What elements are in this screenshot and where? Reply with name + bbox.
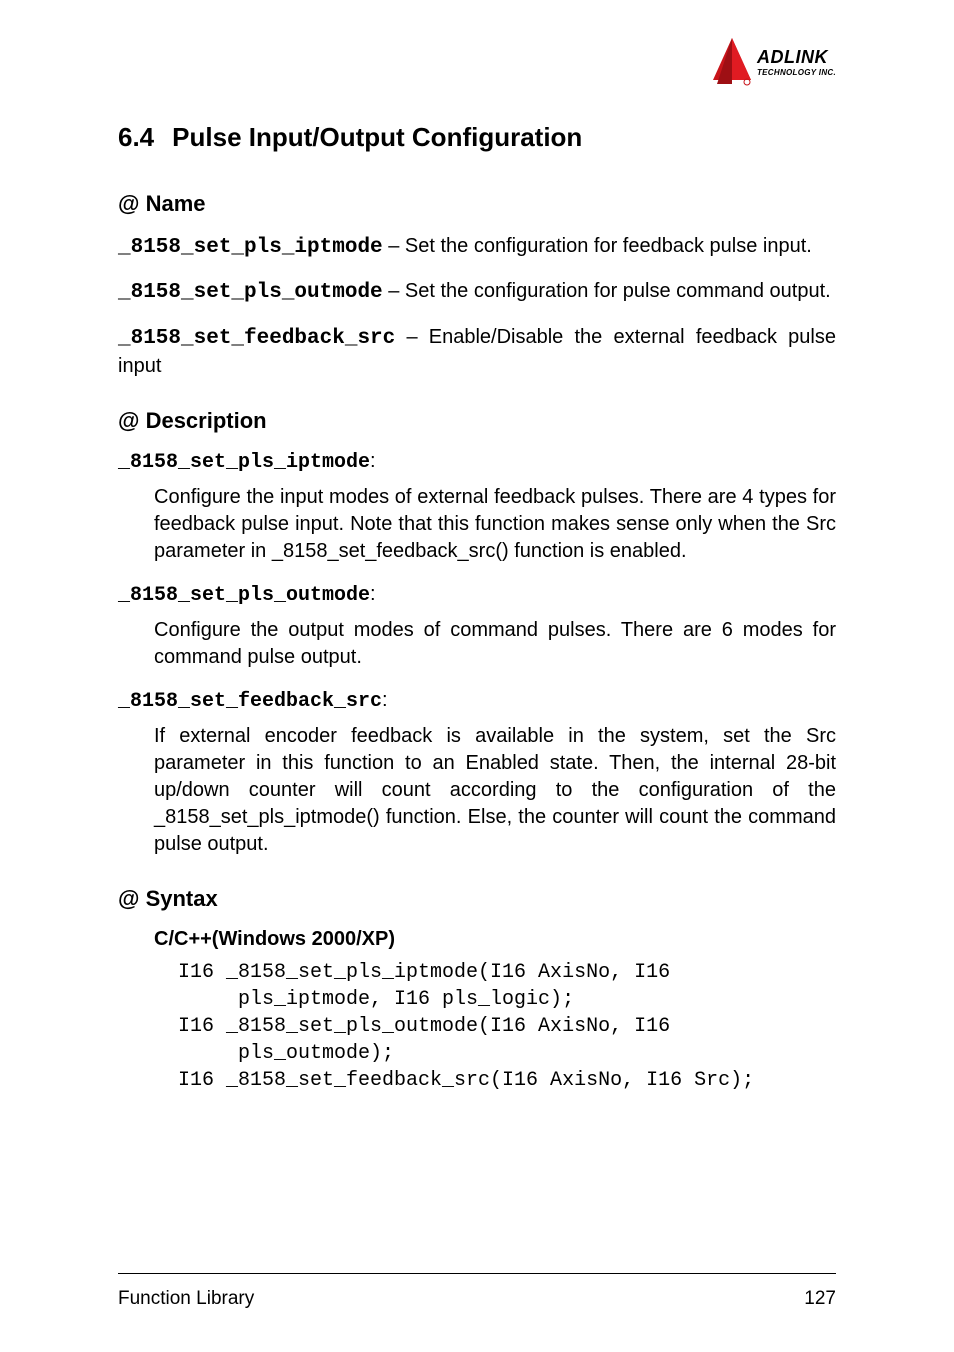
fn-name: _8158_set_feedback_src bbox=[118, 327, 395, 350]
page-number: 127 bbox=[804, 1288, 836, 1310]
description-section: @ Description _8158_set_pls_iptmode: Con… bbox=[118, 408, 836, 858]
name-block: _8158_set_pls_iptmode – Set the configur… bbox=[118, 233, 836, 380]
desc-body: Configure the input modes of external fe… bbox=[154, 484, 836, 565]
brand-name-top: ADLINK bbox=[757, 47, 836, 68]
colon: : bbox=[370, 450, 376, 472]
colon: : bbox=[370, 583, 376, 605]
fn-short-desc: – Set the configuration for pulse comman… bbox=[383, 280, 831, 302]
brand-name-bottom: TECHNOLOGY INC. bbox=[757, 68, 836, 77]
desc-body: Configure the output modes of command pu… bbox=[154, 617, 836, 671]
footer-left: Function Library bbox=[118, 1288, 254, 1310]
page-footer: Function Library 127 bbox=[118, 1273, 836, 1310]
name-entry: _8158_set_pls_outmode – Set the configur… bbox=[118, 278, 836, 307]
fn-name: _8158_set_feedback_src bbox=[118, 690, 382, 713]
fn-name: _8158_set_pls_iptmode bbox=[118, 451, 370, 474]
adlink-triangle-icon bbox=[711, 36, 753, 88]
desc-body: If external encoder feedback is availabl… bbox=[154, 723, 836, 858]
name-entry: _8158_set_pls_iptmode – Set the configur… bbox=[118, 233, 836, 262]
name-heading: @ Name bbox=[118, 191, 836, 217]
footer-rule bbox=[118, 1273, 836, 1274]
section-title: 6.4 Pulse Input/Output Configuration bbox=[118, 122, 836, 153]
desc-fn-title: _8158_set_feedback_src: bbox=[118, 689, 836, 713]
syntax-section: @ Syntax C/C++(Windows 2000/XP) I16 _815… bbox=[118, 886, 836, 1094]
fn-name: _8158_set_pls_outmode bbox=[118, 281, 383, 304]
syntax-heading: @ Syntax bbox=[118, 886, 836, 912]
code-block: I16 _8158_set_pls_iptmode(I16 AxisNo, I1… bbox=[178, 959, 836, 1094]
syntax-lang: C/C++(Windows 2000/XP) bbox=[154, 928, 836, 951]
brand-logo: ADLINK TECHNOLOGY INC. bbox=[711, 36, 836, 88]
section-number: 6.4 bbox=[118, 122, 154, 152]
fn-name: _8158_set_pls_outmode bbox=[118, 584, 370, 607]
name-entry: _8158_set_feedback_src – Enable/Disable … bbox=[118, 324, 836, 380]
description-heading: @ Description bbox=[118, 408, 836, 434]
colon: : bbox=[382, 689, 388, 711]
section-title-text: Pulse Input/Output Configuration bbox=[172, 122, 582, 152]
fn-name: _8158_set_pls_iptmode bbox=[118, 236, 383, 259]
desc-fn-title: _8158_set_pls_outmode: bbox=[118, 583, 836, 607]
fn-short-desc: – Set the configuration for feedback pul… bbox=[383, 235, 812, 257]
desc-fn-title: _8158_set_pls_iptmode: bbox=[118, 450, 836, 474]
